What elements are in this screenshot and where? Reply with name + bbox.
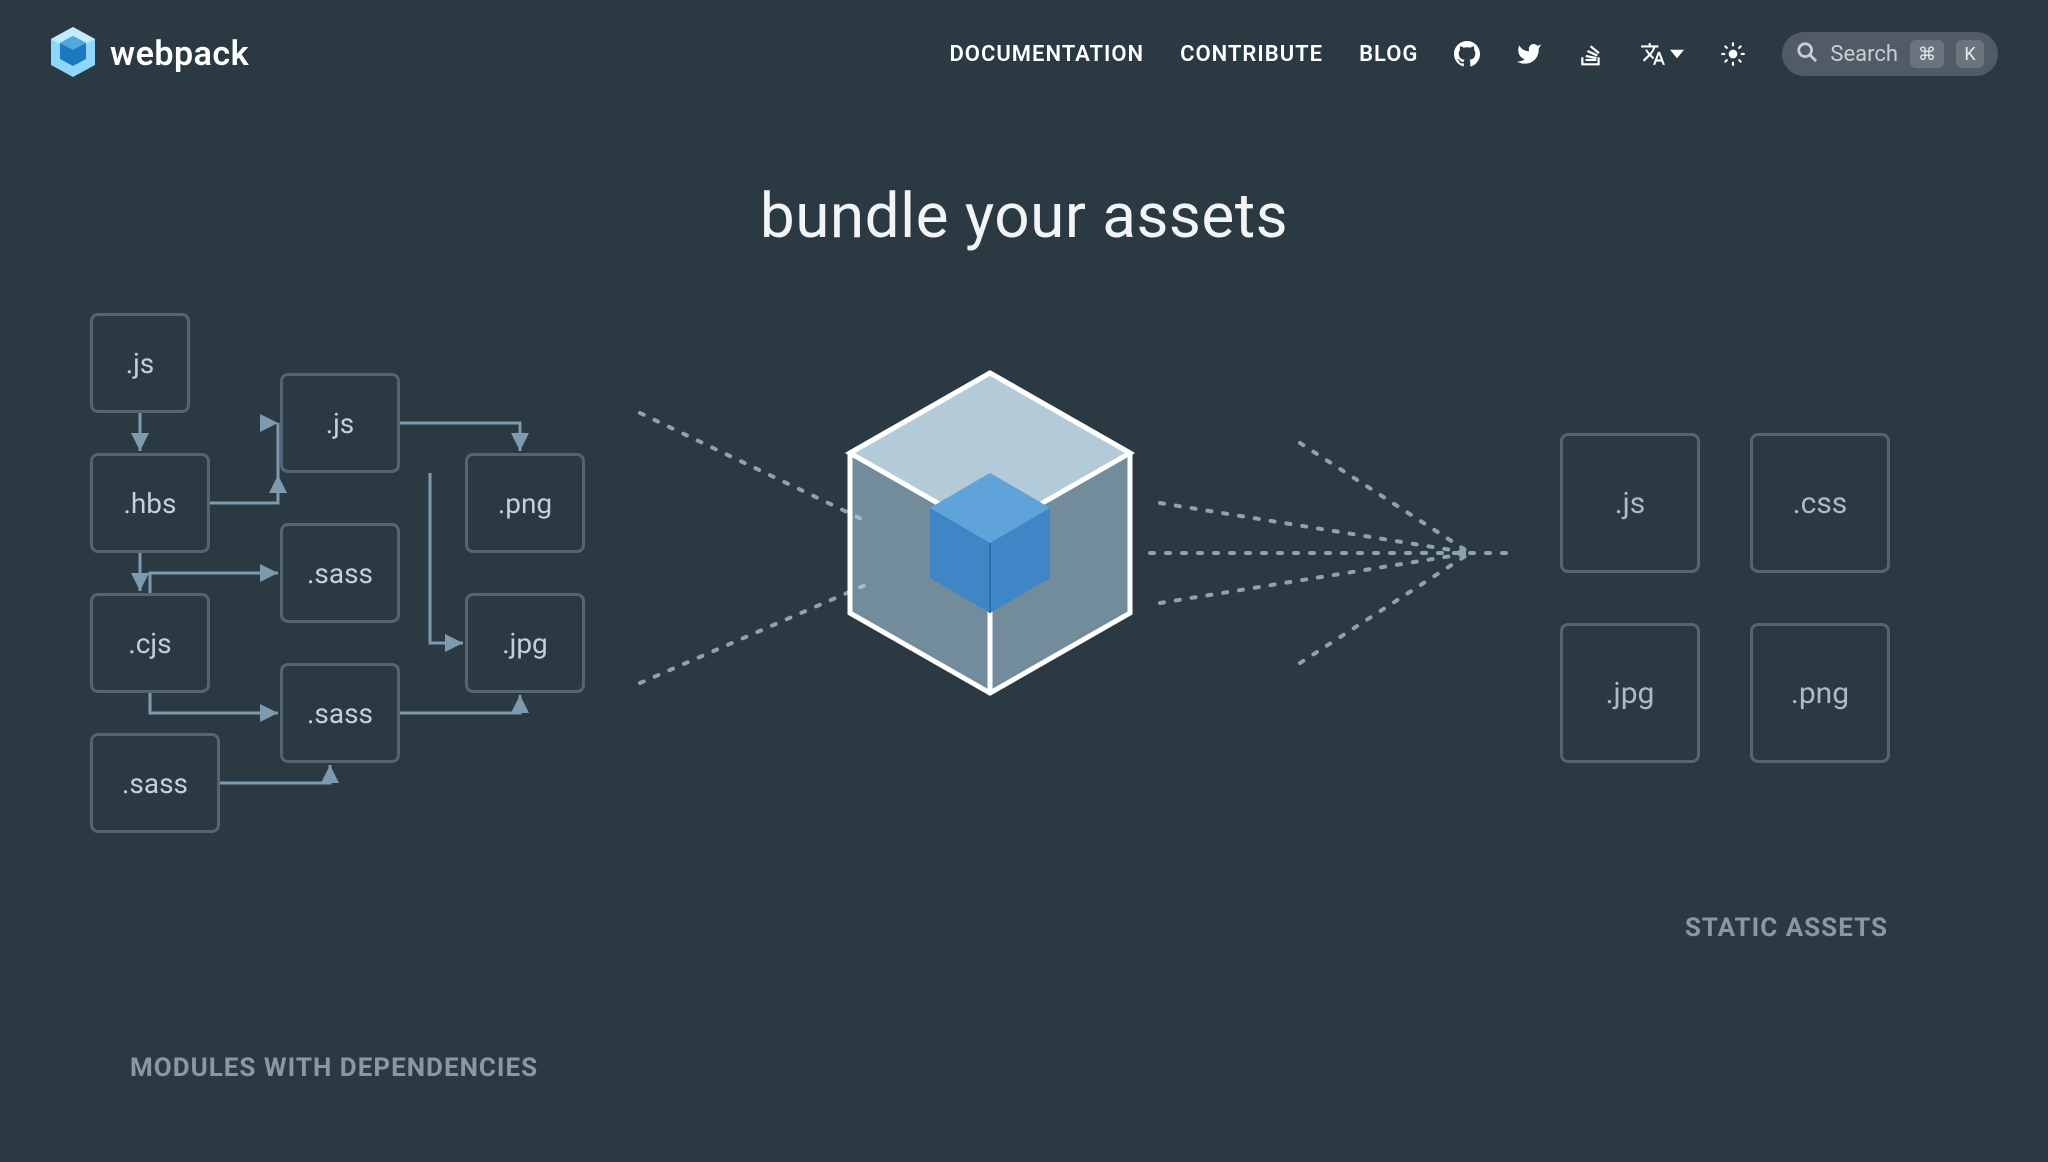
outputs-caption: STATIC ASSETS <box>1685 913 1888 943</box>
shortcut-key-k: K <box>1956 40 1984 68</box>
output-label: .js <box>1615 486 1646 521</box>
main-nav: DOCUMENTATION CONTRIBUTE BLOG Search ⌘ K <box>949 32 1998 76</box>
module-box-m-js1: .js <box>90 313 190 413</box>
module-label: .sass <box>122 767 188 800</box>
module-label: .png <box>498 487 552 520</box>
stackoverflow-icon[interactable] <box>1578 41 1604 67</box>
module-label: .js <box>126 347 155 380</box>
search-input[interactable]: Search ⌘ K <box>1782 32 1998 76</box>
module-label: .sass <box>307 697 373 730</box>
brand-logo[interactable]: webpack <box>50 26 249 82</box>
module-box-m-sass1: .sass <box>280 523 400 623</box>
brand-name: webpack <box>110 34 249 74</box>
webpack-logo-icon <box>50 26 96 82</box>
module-box-m-jpg: .jpg <box>465 593 585 693</box>
hero-title: bundle your assets <box>0 180 2048 253</box>
github-icon[interactable] <box>1454 41 1480 67</box>
module-box-m-png: .png <box>465 453 585 553</box>
webpack-cube-icon <box>840 363 1140 707</box>
output-label: .css <box>1793 486 1848 521</box>
modules-caption: MODULES WITH DEPENDENCIES <box>130 1053 538 1083</box>
module-label: .cjs <box>128 627 171 660</box>
site-header: webpack DOCUMENTATION CONTRIBUTE BLOG Se… <box>0 0 2048 90</box>
module-label: .hbs <box>124 487 177 520</box>
nav-contribute[interactable]: CONTRIBUTE <box>1180 42 1323 67</box>
module-label: .sass <box>307 557 373 590</box>
module-box-m-sass2: .sass <box>280 663 400 763</box>
output-box-o-css: .css <box>1750 433 1890 573</box>
output-label: .jpg <box>1606 676 1655 711</box>
output-box-o-jpg: .jpg <box>1560 623 1700 763</box>
language-switcher[interactable] <box>1640 41 1684 67</box>
nav-documentation[interactable]: DOCUMENTATION <box>949 42 1144 67</box>
search-icon <box>1796 41 1818 67</box>
module-box-m-js2: .js <box>280 373 400 473</box>
module-box-m-hbs: .hbs <box>90 453 210 553</box>
twitter-icon[interactable] <box>1516 41 1542 67</box>
module-label: .js <box>326 407 355 440</box>
output-box-o-js: .js <box>1560 433 1700 573</box>
module-label: .jpg <box>502 627 548 660</box>
output-box-o-png: .png <box>1750 623 1890 763</box>
module-box-m-cjs: .cjs <box>90 593 210 693</box>
bundle-diagram: .js .hbs .js .png .sass .cjs .jpg .sass .sass MO… <box>0 313 2048 1113</box>
search-placeholder: Search <box>1830 42 1898 67</box>
shortcut-key-cmd: ⌘ <box>1910 40 1944 68</box>
theme-toggle-icon[interactable] <box>1720 41 1746 67</box>
output-label: .png <box>1791 676 1849 711</box>
module-box-m-sass3: .sass <box>90 733 220 833</box>
chevron-down-icon <box>1670 47 1684 61</box>
nav-blog[interactable]: BLOG <box>1359 42 1418 67</box>
